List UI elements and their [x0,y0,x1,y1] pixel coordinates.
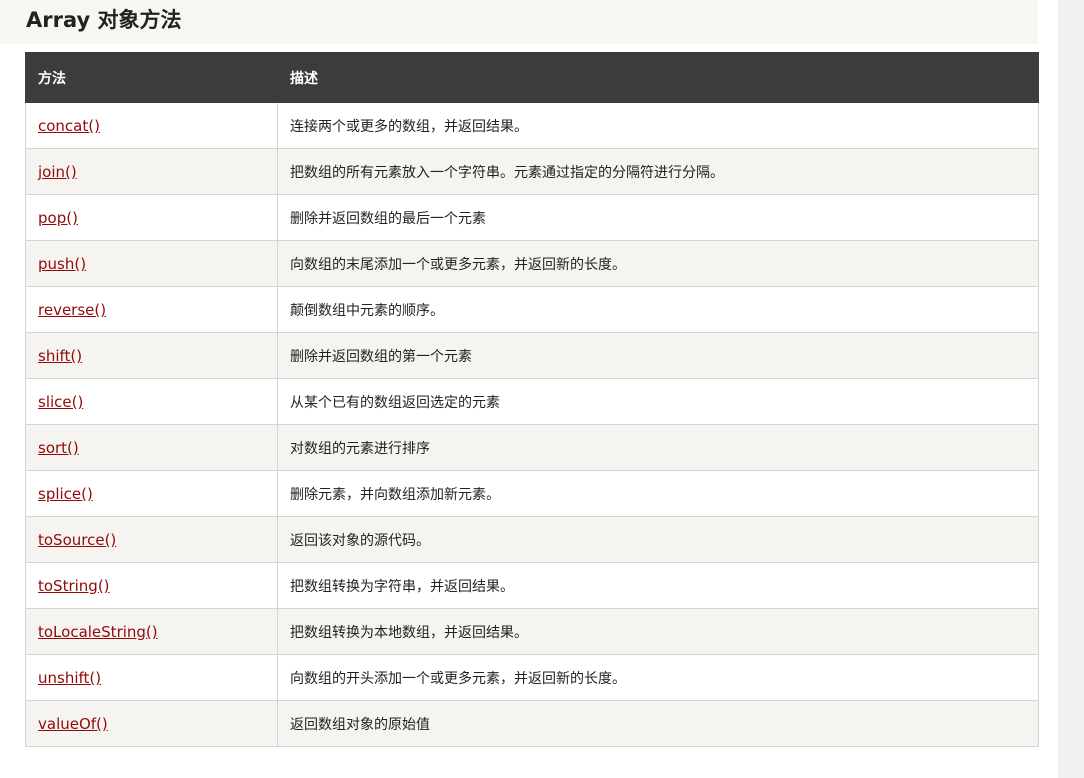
table-row: reverse() 颠倒数组中元素的顺序。 [25,286,1039,333]
method-cell: join() [25,148,278,195]
title-bar: Array 对象方法 [0,0,1038,44]
description-cell: 向数组的末尾添加一个或更多元素，并返回新的长度。 [277,240,1039,287]
table-row: shift() 删除并返回数组的第一个元素 [25,332,1039,379]
method-link[interactable]: toSource() [38,531,116,549]
table-body: concat() 连接两个或更多的数组，并返回结果。 join() 把数组的所有元素放… [25,102,1039,747]
table-row: join() 把数组的所有元素放入一个字符串。元素通过指定的分隔符进行分隔。 [25,148,1039,195]
description-cell: 对数组的元素进行排序 [277,424,1039,471]
method-cell: slice() [25,378,278,425]
method-link[interactable]: toString() [38,577,110,595]
method-cell: toLocaleString() [25,608,278,655]
table-header: 方法 描述 [25,52,1039,103]
method-link[interactable]: concat() [38,117,100,135]
method-cell: pop() [25,194,278,241]
table-row: push() 向数组的末尾添加一个或更多元素，并返回新的长度。 [25,240,1039,287]
description-cell: 删除并返回数组的最后一个元素 [277,194,1039,241]
scrollbar-track[interactable] [1058,0,1084,778]
methods-table: 方法 描述 concat() 连接两个或更多的数组，并返回结果。 join() 把数组… [25,52,1039,747]
column-header-description: 描述 [277,52,1039,103]
description-cell: 删除元素，并向数组添加新元素。 [277,470,1039,517]
method-cell: unshift() [25,654,278,701]
table-row: toLocaleString() 把数组转换为本地数组，并返回结果。 [25,608,1039,655]
table-row: slice() 从某个已有的数组返回选定的元素 [25,378,1039,425]
table-row: valueOf() 返回数组对象的原始值 [25,700,1039,747]
description-cell: 把数组转换为字符串，并返回结果。 [277,562,1039,609]
description-cell: 把数组的所有元素放入一个字符串。元素通过指定的分隔符进行分隔。 [277,148,1039,195]
description-cell: 连接两个或更多的数组，并返回结果。 [277,102,1039,149]
table-row: unshift() 向数组的开头添加一个或更多元素，并返回新的长度。 [25,654,1039,701]
method-link[interactable]: slice() [38,393,83,411]
method-cell: valueOf() [25,700,278,747]
method-link[interactable]: reverse() [38,301,106,319]
method-cell: toString() [25,562,278,609]
method-cell: sort() [25,424,278,471]
method-link[interactable]: valueOf() [38,715,108,733]
method-link[interactable]: sort() [38,439,79,457]
description-cell: 向数组的开头添加一个或更多元素，并返回新的长度。 [277,654,1039,701]
description-cell: 返回数组对象的原始值 [277,700,1039,747]
table-row: toString() 把数组转换为字符串，并返回结果。 [25,562,1039,609]
table-row: concat() 连接两个或更多的数组，并返回结果。 [25,102,1039,149]
method-cell: concat() [25,102,278,149]
description-cell: 把数组转换为本地数组，并返回结果。 [277,608,1039,655]
table-row: toSource() 返回该对象的源代码。 [25,516,1039,563]
column-header-method: 方法 [25,52,278,103]
method-link[interactable]: splice() [38,485,93,503]
method-cell: reverse() [25,286,278,333]
method-cell: push() [25,240,278,287]
page-title: Array 对象方法 [26,8,182,32]
method-link[interactable]: pop() [38,209,78,227]
table-row: splice() 删除元素，并向数组添加新元素。 [25,470,1039,517]
method-link[interactable]: join() [38,163,77,181]
method-link[interactable]: push() [38,255,86,273]
method-link[interactable]: shift() [38,347,82,365]
header-row: 方法 描述 [25,52,1039,103]
description-cell: 颠倒数组中元素的顺序。 [277,286,1039,333]
table-row: sort() 对数组的元素进行排序 [25,424,1039,471]
description-cell: 从某个已有的数组返回选定的元素 [277,378,1039,425]
method-link[interactable]: toLocaleString() [38,623,158,641]
table-row: pop() 删除并返回数组的最后一个元素 [25,194,1039,241]
description-cell: 返回该对象的源代码。 [277,516,1039,563]
description-cell: 删除并返回数组的第一个元素 [277,332,1039,379]
method-link[interactable]: unshift() [38,669,101,687]
method-cell: splice() [25,470,278,517]
method-cell: toSource() [25,516,278,563]
page: Array 对象方法 方法 描述 concat() 连接两个或更多的数组，并返回结… [0,0,1084,778]
method-cell: shift() [25,332,278,379]
